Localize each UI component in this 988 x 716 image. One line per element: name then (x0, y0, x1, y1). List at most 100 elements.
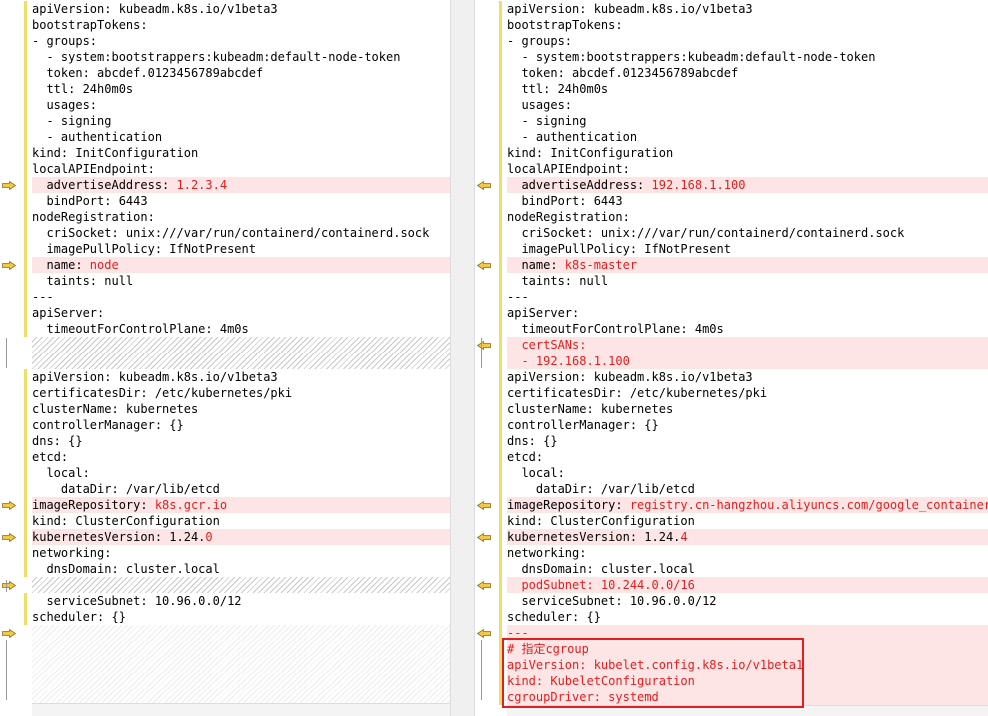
diff-line[interactable]: local: (0, 465, 450, 481)
diff-line[interactable]: - system:bootstrappers:kubeadm:default-n… (475, 49, 988, 65)
line-text[interactable]: controllerManager: {} (507, 417, 988, 433)
diff-line[interactable]: dnsDomain: cluster.local (475, 561, 988, 577)
line-text[interactable]: kind: InitConfiguration (32, 145, 450, 161)
line-text[interactable]: - signing (32, 113, 450, 129)
line-text[interactable]: imageRepository: registry.cn-hangzhou.al… (507, 497, 988, 513)
diff-line[interactable]: - signing (475, 113, 988, 129)
line-text[interactable]: kubernetesVersion: 1.24.0 (32, 529, 450, 545)
diff-line[interactable]: clusterName: kubernetes (0, 401, 450, 417)
diff-line[interactable]: controllerManager: {} (0, 417, 450, 433)
line-text[interactable]: localAPIEndpoint: (507, 161, 988, 177)
diff-filler-line[interactable] (0, 641, 450, 657)
line-text[interactable]: clusterName: kubernetes (32, 401, 450, 417)
diff-filler-line[interactable] (0, 625, 450, 641)
diff-line[interactable]: criSocket: unix:///var/run/containerd/co… (0, 225, 450, 241)
line-text[interactable] (32, 353, 450, 369)
line-text[interactable]: bindPort: 6443 (32, 193, 450, 209)
line-text[interactable]: - system:bootstrappers:kubeadm:default-n… (507, 49, 988, 65)
line-text[interactable]: - groups: (507, 33, 988, 49)
line-text[interactable]: bindPort: 6443 (507, 193, 988, 209)
line-text[interactable]: kind: ClusterConfiguration (507, 513, 988, 529)
diff-line[interactable]: certificatesDir: /etc/kubernetes/pki (475, 385, 988, 401)
line-text[interactable] (32, 673, 450, 689)
line-text[interactable]: kubernetesVersion: 1.24.4 (507, 529, 988, 545)
diff-line[interactable]: apiServer: (0, 305, 450, 321)
diff-line[interactable]: timeoutForControlPlane: 4m0s (0, 321, 450, 337)
diff-line[interactable]: - 192.168.1.100 (475, 353, 988, 369)
line-text[interactable]: --- (507, 289, 988, 305)
line-text[interactable]: kind: ClusterConfiguration (32, 513, 450, 529)
line-text[interactable]: apiVersion: kubelet.config.k8s.io/v1beta… (507, 657, 988, 673)
diff-line[interactable]: localAPIEndpoint: (475, 161, 988, 177)
diff-filler-line[interactable] (0, 673, 450, 689)
line-text[interactable]: bootstrapTokens: (507, 17, 988, 33)
diff-line[interactable]: networking: (0, 545, 450, 561)
diff-arrow-left-icon[interactable] (477, 181, 491, 190)
line-text[interactable]: --- (507, 625, 988, 641)
line-text[interactable]: nodeRegistration: (507, 209, 988, 225)
line-text[interactable]: dnsDomain: cluster.local (507, 561, 988, 577)
diff-arrow-right-icon[interactable] (2, 181, 16, 190)
diff-line[interactable]: kind: ClusterConfiguration (0, 513, 450, 529)
line-text[interactable]: apiServer: (32, 305, 450, 321)
line-text[interactable]: # 指定cgroup (507, 641, 988, 657)
line-text[interactable]: imagePullPolicy: IfNotPresent (507, 241, 988, 257)
line-text[interactable]: ttl: 24h0m0s (507, 81, 988, 97)
diff-line[interactable]: - system:bootstrappers:kubeadm:default-n… (0, 49, 450, 65)
diff-line[interactable]: ttl: 24h0m0s (0, 81, 450, 97)
diff-line[interactable]: apiVersion: kubeadm.k8s.io/v1beta3 (0, 369, 450, 385)
diff-line[interactable]: - authentication (475, 129, 988, 145)
diff-line[interactable]: scheduler: {} (475, 609, 988, 625)
diff-line[interactable]: bindPort: 6443 (0, 193, 450, 209)
diff-line[interactable]: dns: {} (475, 433, 988, 449)
line-text[interactable]: name: k8s-master (507, 257, 988, 273)
line-text[interactable]: - authentication (32, 129, 450, 145)
line-text[interactable]: controllerManager: {} (32, 417, 450, 433)
diff-line[interactable]: serviceSubnet: 10.96.0.0/12 (0, 593, 450, 609)
diff-arrow-left-icon[interactable] (477, 261, 491, 270)
line-text[interactable]: --- (32, 289, 450, 305)
line-text[interactable]: bootstrapTokens: (32, 17, 450, 33)
line-text[interactable]: dataDir: /var/lib/etcd (507, 481, 988, 497)
left-file-pane[interactable]: apiVersion: kubeadm.k8s.io/v1beta3 bootst… (0, 0, 450, 716)
diff-line[interactable]: nodeRegistration: (0, 209, 450, 225)
diff-line[interactable]: kind: KubeletConfiguration (475, 673, 988, 689)
diff-line[interactable]: ttl: 24h0m0s (475, 81, 988, 97)
diff-line[interactable]: apiVersion: kubeadm.k8s.io/v1beta3 (475, 1, 988, 17)
diff-line[interactable]: criSocket: unix:///var/run/containerd/co… (475, 225, 988, 241)
diff-arrow-left-icon[interactable] (477, 533, 491, 542)
diff-line[interactable]: # 指定cgroup (475, 641, 988, 657)
diff-filler-line[interactable] (0, 657, 450, 673)
line-text[interactable]: dns: {} (32, 433, 450, 449)
line-text[interactable]: usages: (32, 97, 450, 113)
diff-line[interactable]: certSANs: (475, 337, 988, 353)
line-text[interactable]: etcd: (32, 449, 450, 465)
diff-line[interactable]: imagePullPolicy: IfNotPresent (475, 241, 988, 257)
line-text[interactable]: dns: {} (507, 433, 988, 449)
diff-line[interactable]: scheduler: {} (0, 609, 450, 625)
line-text[interactable]: podSubnet: 10.244.0.0/16 (507, 577, 988, 593)
diff-line[interactable]: kubernetesVersion: 1.24.4 (475, 529, 988, 545)
diff-filler-line[interactable] (0, 577, 450, 593)
line-text[interactable]: token: abcdef.0123456789abcdef (32, 65, 450, 81)
diff-line[interactable]: bootstrapTokens: (0, 17, 450, 33)
diff-line[interactable]: --- (475, 289, 988, 305)
diff-arrow-left-icon[interactable] (477, 501, 491, 510)
diff-line[interactable]: kind: InitConfiguration (475, 145, 988, 161)
line-text[interactable]: ttl: 24h0m0s (32, 81, 450, 97)
diff-line[interactable]: - signing (0, 113, 450, 129)
diff-line[interactable]: advertiseAddress: 1.2.3.4 (0, 177, 450, 193)
diff-arrow-right-icon[interactable] (2, 501, 16, 510)
line-text[interactable]: usages: (507, 97, 988, 113)
line-text[interactable]: serviceSubnet: 10.96.0.0/12 (32, 593, 450, 609)
diff-line[interactable]: kubernetesVersion: 1.24.0 (0, 529, 450, 545)
diff-filler-line[interactable] (0, 353, 450, 369)
diff-line[interactable]: etcd: (475, 449, 988, 465)
diff-line[interactable]: bindPort: 6443 (475, 193, 988, 209)
diff-line[interactable]: nodeRegistration: (475, 209, 988, 225)
line-text[interactable] (32, 625, 450, 641)
line-text[interactable]: timeoutForControlPlane: 4m0s (32, 321, 450, 337)
diff-arrow-right-icon[interactable] (2, 261, 16, 270)
line-text[interactable]: dnsDomain: cluster.local (32, 561, 450, 577)
diff-line[interactable]: apiVersion: kubeadm.k8s.io/v1beta3 (0, 1, 450, 17)
